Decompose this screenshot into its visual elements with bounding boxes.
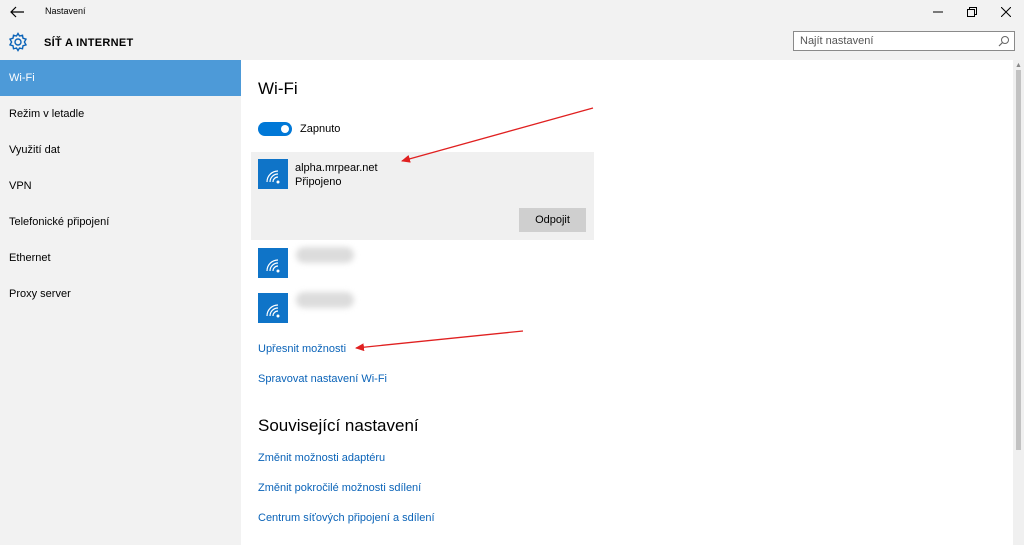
advanced-sharing-link[interactable]: Změnit pokročilé možnosti sdílení <box>258 482 421 494</box>
sidebar-item-label: Proxy server <box>9 288 71 300</box>
section-title: SÍŤ A INTERNET <box>44 37 134 49</box>
title-bar: Nastavení <box>0 0 1024 24</box>
sidebar-item-label: Wi-Fi <box>9 72 35 84</box>
search-box[interactable] <box>793 31 1015 51</box>
blurred-network-name <box>296 247 354 263</box>
wifi-icon[interactable] <box>258 293 288 323</box>
sidebar-item-vpn[interactable]: VPN <box>0 168 241 204</box>
adapter-options-link[interactable]: Změnit možnosti adaptéru <box>258 452 385 464</box>
main-content: Wi-Fi Zapnuto alpha.mrpear.net Připojeno… <box>241 60 1013 545</box>
scroll-up-icon[interactable]: ▲ <box>1015 62 1022 69</box>
close-button[interactable] <box>989 0 1023 24</box>
network-status: Připojeno <box>295 176 342 188</box>
toggle-knob <box>281 125 289 133</box>
restore-icon <box>967 7 977 17</box>
advanced-options-link[interactable]: Upřesnit možnosti <box>258 343 346 355</box>
close-icon <box>1001 7 1011 17</box>
sidebar-item-label: VPN <box>9 180 32 192</box>
sidebar-item-label: Ethernet <box>9 252 51 264</box>
sidebar-item-label: Režim v letadle <box>9 108 85 120</box>
sidebar-item-proxy[interactable]: Proxy server <box>0 276 241 312</box>
minimize-button[interactable] <box>921 0 955 24</box>
wifi-signal-icon <box>266 170 280 184</box>
sidebar-item-ethernet[interactable]: Ethernet <box>0 240 241 276</box>
disconnect-button[interactable]: Odpojit <box>519 208 586 232</box>
scrollbar[interactable]: ▲ <box>1013 60 1024 545</box>
restore-button[interactable] <box>955 0 989 24</box>
wifi-signal-icon <box>266 259 280 273</box>
sidebar-item-label: Využití dat <box>9 144 60 156</box>
sidebar-item-airplane-mode[interactable]: Režim v letadle <box>0 96 241 132</box>
wifi-toggle-label: Zapnuto <box>300 123 341 135</box>
wifi-icon <box>258 159 288 189</box>
sidebar: Wi-Fi Režim v letadle Využití dat VPN Te… <box>0 60 241 545</box>
related-settings-title: Související nastavení <box>258 416 419 435</box>
search-icon[interactable] <box>998 35 1010 47</box>
blurred-network-name <box>296 292 354 308</box>
connected-network-card[interactable]: alpha.mrpear.net Připojeno Odpojit <box>251 152 594 240</box>
network-sharing-center-link[interactable]: Centrum síťových připojení a sdílení <box>258 512 435 524</box>
network-name: alpha.mrpear.net <box>295 162 378 174</box>
page-title: Wi-Fi <box>258 79 298 98</box>
sidebar-item-wifi[interactable]: Wi-Fi <box>0 60 241 96</box>
arrow-left-icon[interactable] <box>8 4 26 20</box>
search-input[interactable] <box>800 34 990 48</box>
sidebar-item-data-usage[interactable]: Využití dat <box>0 132 241 168</box>
wifi-signal-icon <box>266 304 280 318</box>
sidebar-item-label: Telefonické připojení <box>9 216 110 228</box>
wifi-icon[interactable] <box>258 248 288 278</box>
wifi-toggle[interactable] <box>258 122 292 136</box>
minimize-icon <box>933 11 943 13</box>
settings-header: SÍŤ A INTERNET <box>0 24 1024 60</box>
window-title: Nastavení <box>45 6 86 16</box>
sidebar-item-dial-up[interactable]: Telefonické připojení <box>0 204 241 240</box>
gear-icon <box>8 32 28 52</box>
scrollbar-thumb[interactable] <box>1016 70 1021 450</box>
manage-wifi-settings-link[interactable]: Spravovat nastavení Wi-Fi <box>258 373 387 385</box>
